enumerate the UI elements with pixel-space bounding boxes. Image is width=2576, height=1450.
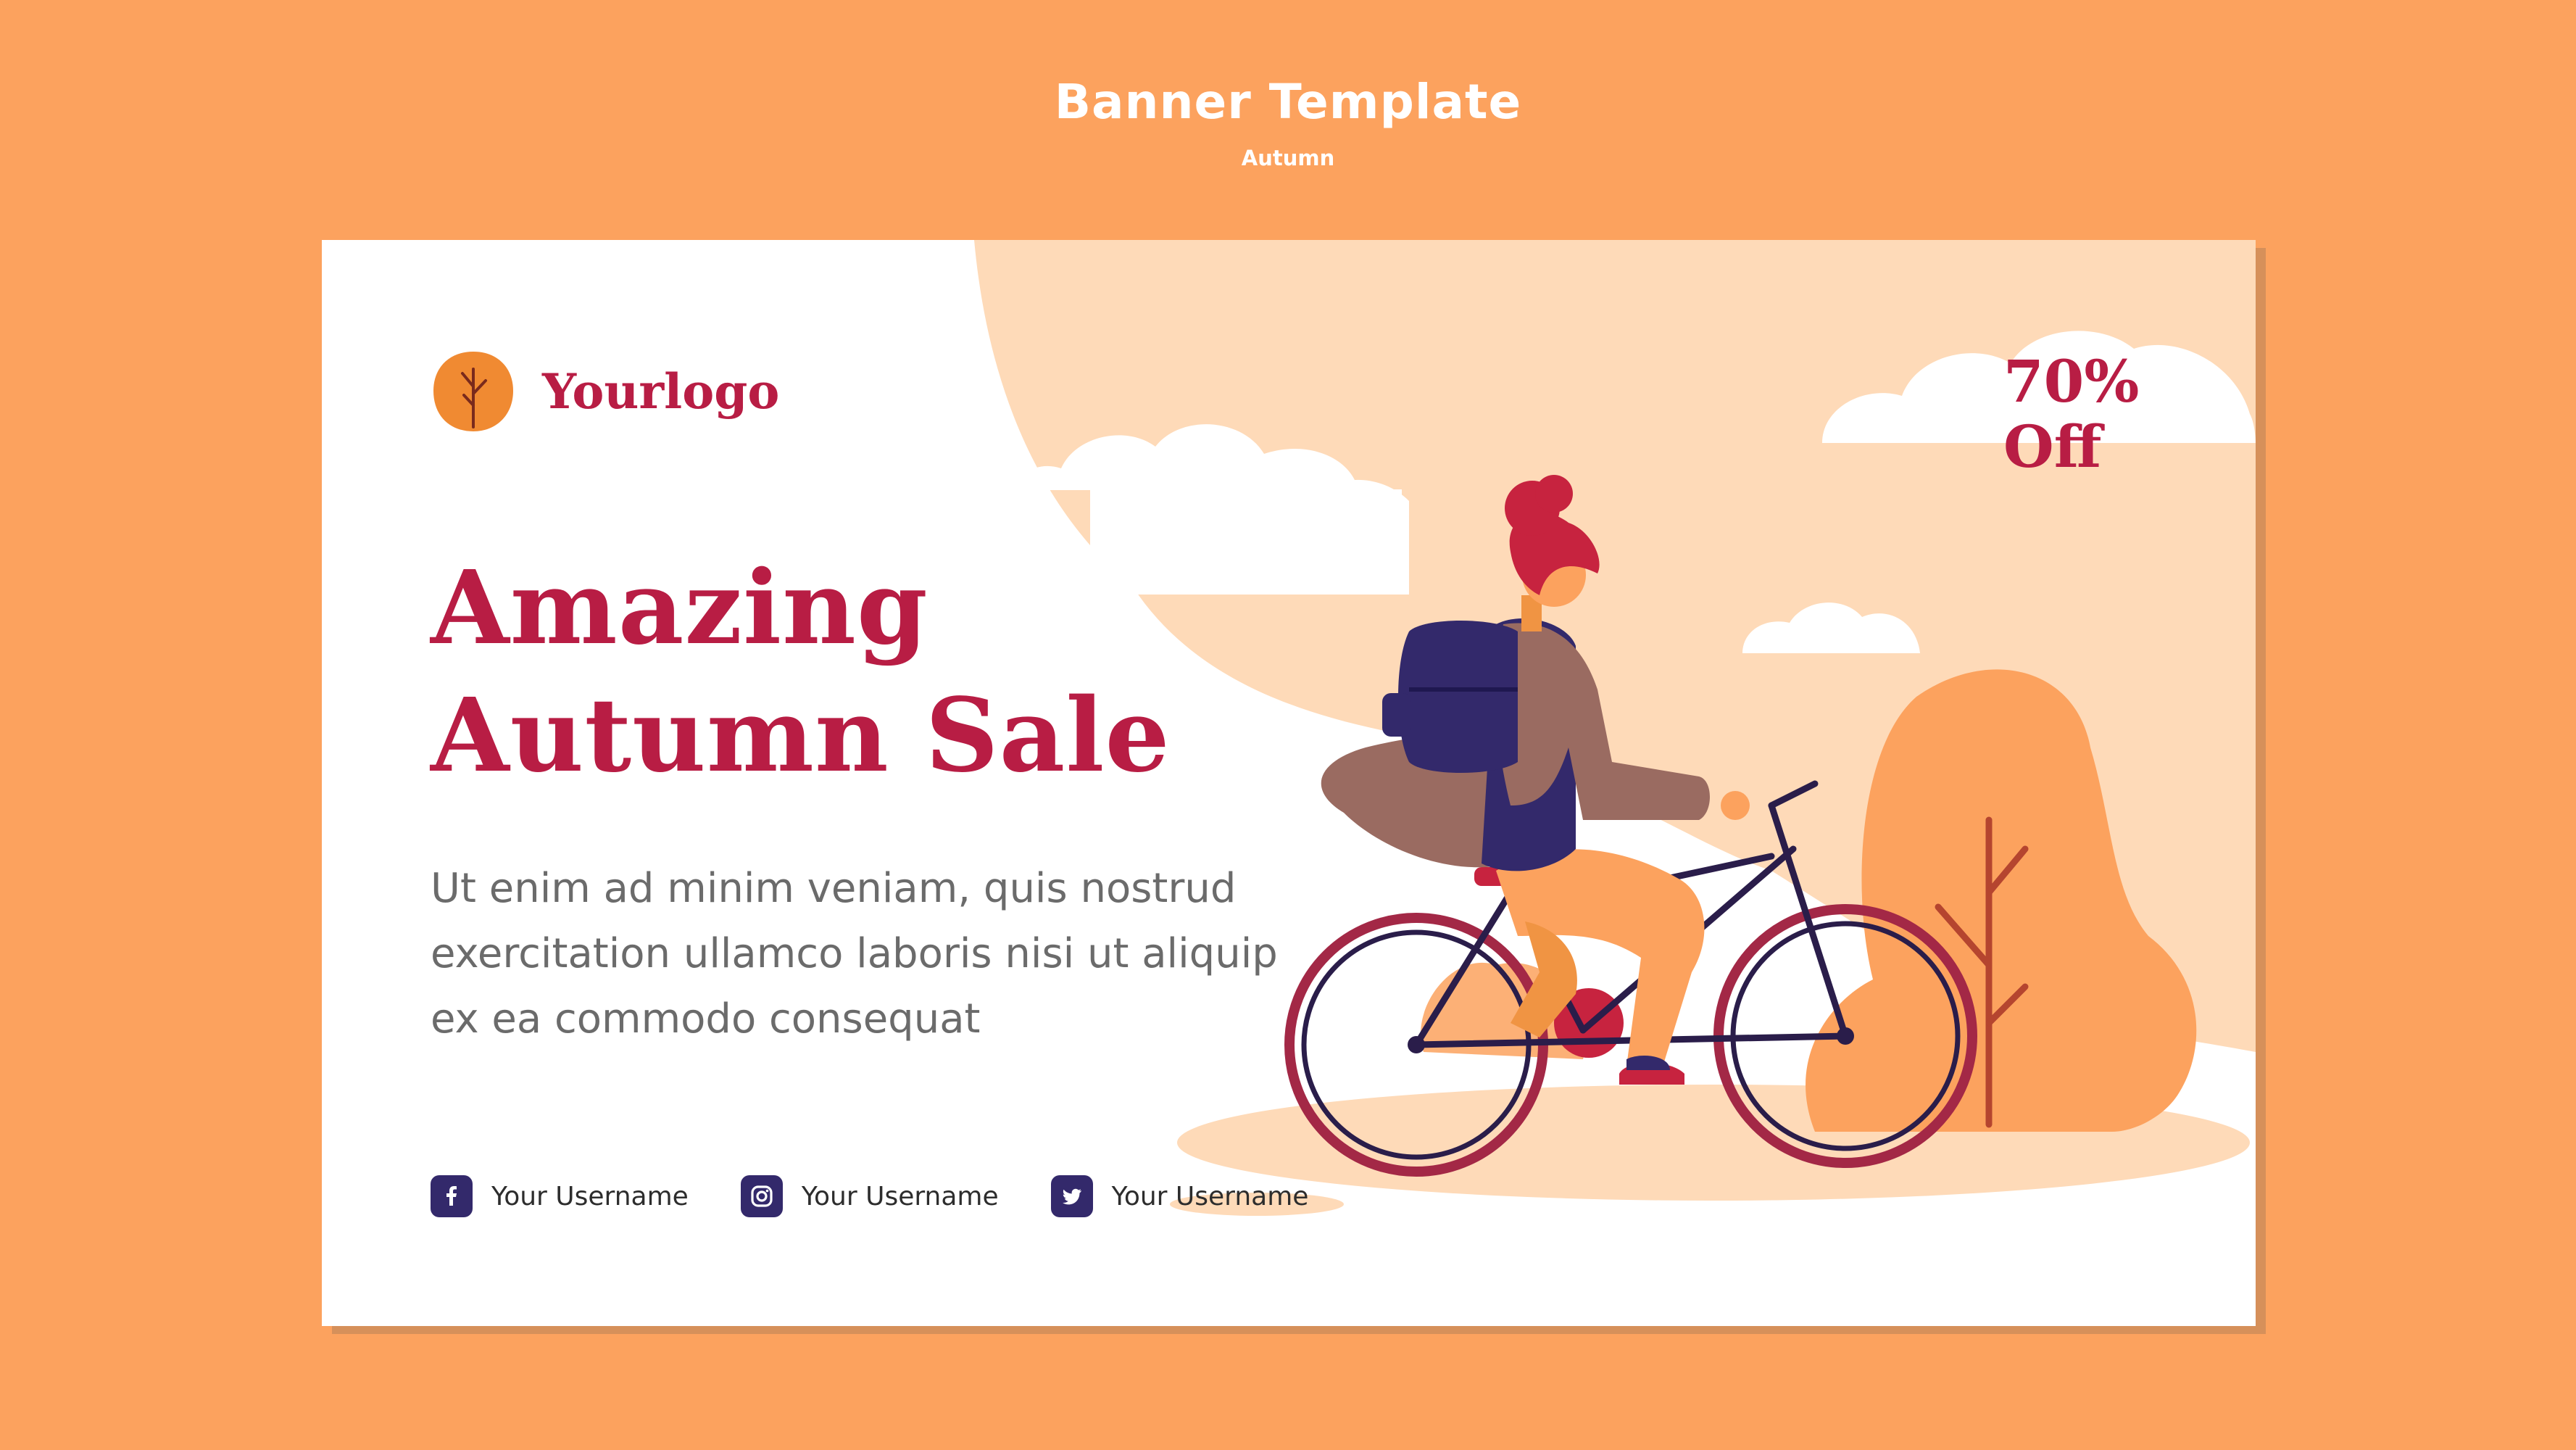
discount-percent: 70%	[2003, 347, 2140, 415]
headline-line-1: Amazing	[431, 549, 928, 668]
brand-logo[interactable]: Yourlogo	[431, 349, 779, 434]
social-twitter[interactable]: Your Username	[1050, 1175, 1309, 1217]
headline-line-2: Autumn Sale	[431, 676, 1171, 795]
twitter-icon	[1050, 1175, 1093, 1217]
discount-badge: 70% Off	[2003, 349, 2139, 479]
twitter-username: Your Username	[1111, 1181, 1309, 1211]
discount-off: Off	[2003, 413, 2102, 481]
social-links: Your Username Your Username Your Usernam…	[431, 1175, 1360, 1217]
tree-logo-icon	[433, 352, 513, 431]
page-header: Banner Template Autumn	[0, 71, 2576, 173]
page-subtitle: Autumn	[1241, 146, 1335, 170]
instagram-username: Your Username	[801, 1181, 999, 1211]
page-title: Banner Template	[1054, 74, 1522, 130]
body-line-2: exercitation ullamco laboris nisi ut ali…	[431, 930, 1278, 977]
body-copy: Ut enim ad minim veniam, quis nostrud ex…	[431, 856, 1344, 1052]
logo-text: Yourlogo	[542, 363, 780, 420]
social-facebook[interactable]: Your Username	[431, 1175, 689, 1217]
social-instagram[interactable]: Your Username	[740, 1175, 999, 1217]
body-line-1: Ut enim ad minim veniam, quis nostrud	[431, 865, 1237, 912]
body-line-3: ex ea commodo consequat	[431, 995, 981, 1043]
facebook-username: Your Username	[491, 1181, 689, 1211]
banner-card: Yourlogo 70% Off Amazing Autumn Sale Ut …	[322, 240, 2256, 1326]
facebook-icon	[431, 1175, 473, 1217]
instagram-icon	[740, 1175, 783, 1217]
headline: Amazing Autumn Sale	[431, 544, 1171, 800]
